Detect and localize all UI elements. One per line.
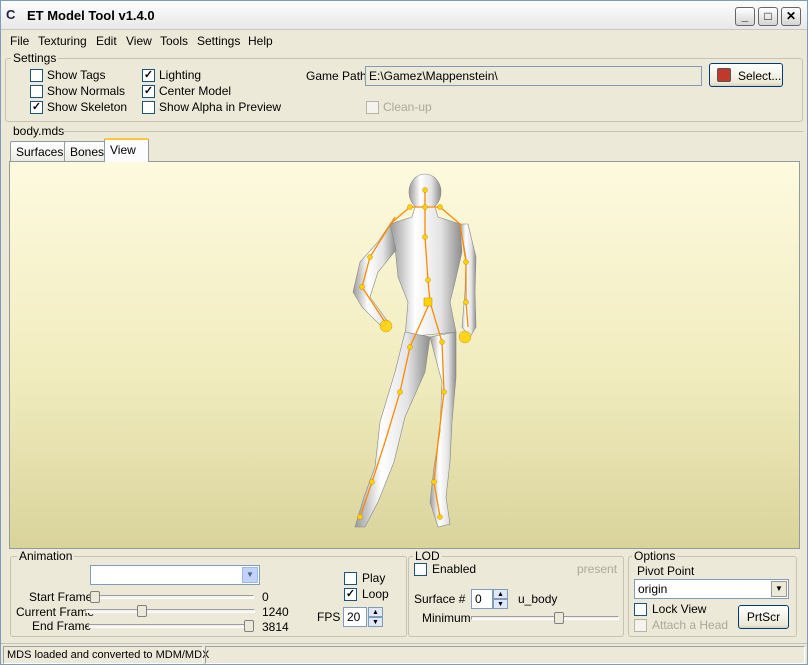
minimum-slider[interactable]	[471, 612, 619, 624]
file-name-label: body.mds	[13, 124, 65, 138]
chevron-down-icon[interactable]: ▼	[771, 581, 787, 597]
show-skeleton-label: Show Skeleton	[47, 100, 128, 114]
animation-group-label: Animation	[17, 549, 75, 563]
options-group-label: Options	[632, 549, 678, 563]
surface-up-icon[interactable]: ▲	[493, 589, 508, 599]
start-frame-value: 0	[262, 590, 269, 604]
model-viewport[interactable]	[9, 161, 800, 549]
lod-present-label: present	[577, 562, 618, 576]
show-tags-checkbox[interactable]	[30, 69, 43, 82]
show-skeleton-checkbox[interactable]: ✓	[30, 101, 43, 114]
model-render	[352, 173, 477, 528]
play-checkbox[interactable]	[344, 572, 357, 585]
fps-up-icon[interactable]: ▲	[368, 607, 383, 617]
start-frame-thumb[interactable]	[90, 591, 100, 603]
menu-help[interactable]: Help	[248, 34, 273, 48]
current-frame-label: Current Frame	[16, 605, 95, 619]
game-path-label: Game Path	[306, 69, 367, 83]
settings-group-label: Settings	[11, 51, 59, 65]
minimum-label: Minimum	[422, 611, 471, 625]
pivot-point-select[interactable]: origin ▼	[634, 579, 789, 599]
surface-number-input[interactable]: 0	[471, 589, 493, 609]
game-path-field[interactable]: E:\Gamez\Mappenstein\	[365, 66, 702, 86]
chevron-down-icon[interactable]: ▼	[242, 567, 258, 583]
minimum-thumb[interactable]	[554, 612, 564, 624]
current-frame-slider[interactable]	[85, 605, 255, 617]
select-button[interactable]: Select...	[709, 63, 783, 87]
play-label: Play	[362, 571, 386, 585]
status-bar: MDS loaded and converted to MDM/MDX	[1, 643, 807, 664]
menu-view[interactable]: View	[126, 34, 152, 48]
lighting-checkbox[interactable]: ✓	[142, 69, 155, 82]
animation-select[interactable]: ▼	[90, 565, 260, 585]
show-alpha-label: Show Alpha in Preview	[159, 100, 282, 114]
show-normals-label: Show Normals	[47, 84, 126, 98]
pivot-point-value: origin	[638, 582, 668, 596]
app-window: C ET Model Tool v1.4.0 _ □ ✕ File Textur…	[0, 0, 808, 665]
lod-enabled-label: Enabled	[432, 562, 477, 576]
menu-tools[interactable]: Tools	[160, 34, 188, 48]
tab-view[interactable]: View	[104, 138, 149, 162]
attach-head-checkbox[interactable]	[634, 619, 647, 632]
lock-view-checkbox[interactable]	[634, 603, 647, 616]
surface-down-icon[interactable]: ▼	[493, 599, 508, 609]
show-alpha-checkbox[interactable]	[142, 101, 155, 114]
pivot-point-label: Pivot Point	[637, 564, 695, 578]
current-frame-value: 1240	[262, 605, 289, 619]
minimize-button[interactable]: _	[735, 7, 755, 26]
cleanup-label: Clean-up	[383, 100, 432, 114]
joystick-icon	[717, 68, 731, 82]
maximize-button[interactable]: □	[758, 7, 778, 26]
menu-bar: File Texturing Edit View Tools Settings …	[1, 31, 807, 51]
loop-label: Loop	[362, 587, 389, 601]
select-button-label: Select...	[738, 69, 782, 83]
show-normals-checkbox[interactable]	[30, 85, 43, 98]
surface-number-label: Surface #	[414, 592, 466, 606]
end-frame-thumb[interactable]	[244, 620, 254, 632]
menu-settings[interactable]: Settings	[197, 34, 240, 48]
show-tags-label: Show Tags	[47, 68, 106, 82]
surface-name: u_body	[518, 592, 558, 606]
menu-file[interactable]: File	[10, 34, 29, 48]
status-panel-empty	[205, 646, 805, 664]
start-frame-slider[interactable]	[90, 591, 254, 603]
start-frame-label: Start Frame	[29, 590, 93, 604]
lod-enabled-checkbox[interactable]	[414, 563, 427, 576]
fps-label: FPS	[317, 610, 341, 624]
center-model-checkbox[interactable]: ✓	[142, 85, 155, 98]
lock-view-label: Lock View	[652, 602, 707, 616]
prtscr-button[interactable]: PrtScr	[738, 605, 789, 629]
center-model-label: Center Model	[159, 84, 232, 98]
file-divider	[61, 131, 803, 132]
fps-input[interactable]: 20	[343, 607, 367, 627]
character-model	[352, 173, 477, 528]
cleanup-checkbox[interactable]	[366, 101, 379, 114]
lod-group-label: LOD	[413, 549, 442, 563]
menu-texturing[interactable]: Texturing	[38, 34, 87, 48]
status-text: MDS loaded and converted to MDM/MDX	[3, 646, 209, 664]
current-frame-thumb[interactable]	[137, 605, 147, 617]
end-frame-value: 3814	[262, 620, 289, 634]
fps-down-icon[interactable]: ▼	[368, 617, 383, 627]
tab-surfaces[interactable]: Surfaces	[10, 141, 70, 161]
window-title: ET Model Tool v1.4.0	[27, 8, 155, 23]
menu-edit[interactable]: Edit	[96, 34, 117, 48]
loop-checkbox[interactable]: ✓	[344, 588, 357, 601]
end-frame-label: End Frame	[32, 619, 92, 633]
app-icon: C	[6, 7, 16, 22]
end-frame-slider[interactable]	[88, 620, 254, 632]
close-button[interactable]: ✕	[781, 7, 801, 26]
title-bar[interactable]: C ET Model Tool v1.4.0 _ □ ✕	[1, 1, 807, 30]
attach-head-label: Attach a Head	[652, 618, 729, 632]
lighting-label: Lighting	[159, 68, 202, 82]
